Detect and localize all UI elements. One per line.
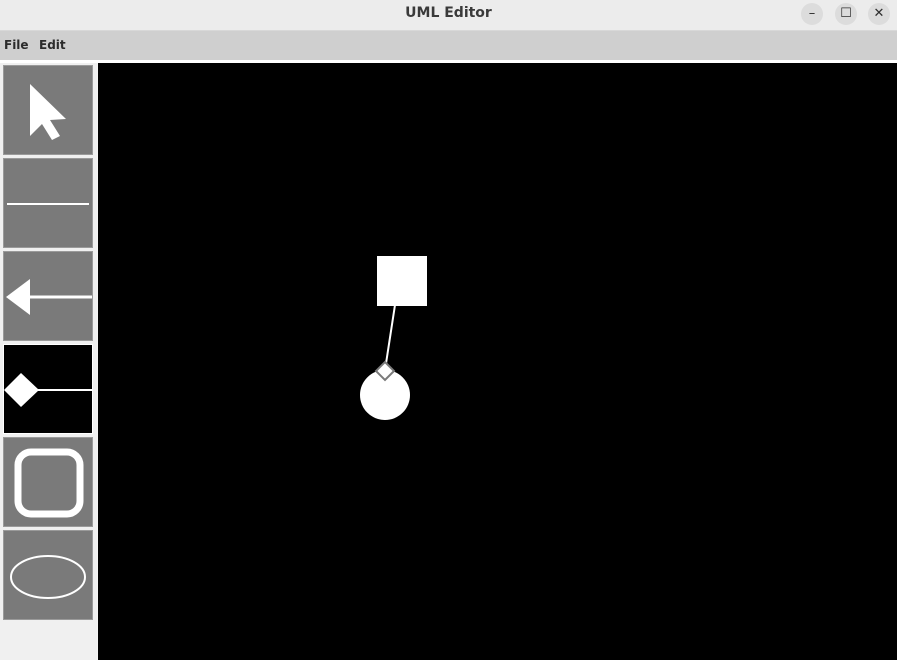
menu-bar: File Edit bbox=[0, 31, 897, 60]
association-line-tool-button[interactable] bbox=[3, 158, 93, 248]
window-title: UML Editor bbox=[405, 5, 492, 21]
select-tool-button[interactable] bbox=[3, 65, 93, 155]
arrow-line-icon bbox=[6, 279, 92, 315]
menu-file[interactable]: File bbox=[4, 38, 29, 52]
rounded-square-icon bbox=[14, 448, 84, 518]
tool-palette bbox=[0, 63, 97, 660]
drawing-canvas[interactable] bbox=[98, 63, 897, 660]
composition-line-tool-button[interactable] bbox=[3, 344, 93, 434]
maximize-button[interactable]: ☐ bbox=[835, 3, 857, 25]
close-button[interactable]: ✕ bbox=[868, 3, 890, 25]
diamond-line-icon bbox=[4, 373, 92, 407]
minimize-button[interactable]: – bbox=[801, 3, 823, 25]
plain-line-icon bbox=[7, 203, 89, 205]
title-bar: UML Editor – ☐ ✕ bbox=[0, 0, 897, 31]
ellipse-icon bbox=[10, 555, 86, 599]
menu-edit[interactable]: Edit bbox=[39, 38, 66, 52]
use-case-tool-button[interactable] bbox=[3, 530, 93, 620]
composition-link[interactable] bbox=[384, 304, 396, 371]
class-tool-button[interactable] bbox=[3, 437, 93, 527]
class-square[interactable] bbox=[377, 256, 427, 306]
generalization-line-tool-button[interactable] bbox=[3, 251, 93, 341]
arrow-cursor-icon bbox=[30, 84, 66, 140]
